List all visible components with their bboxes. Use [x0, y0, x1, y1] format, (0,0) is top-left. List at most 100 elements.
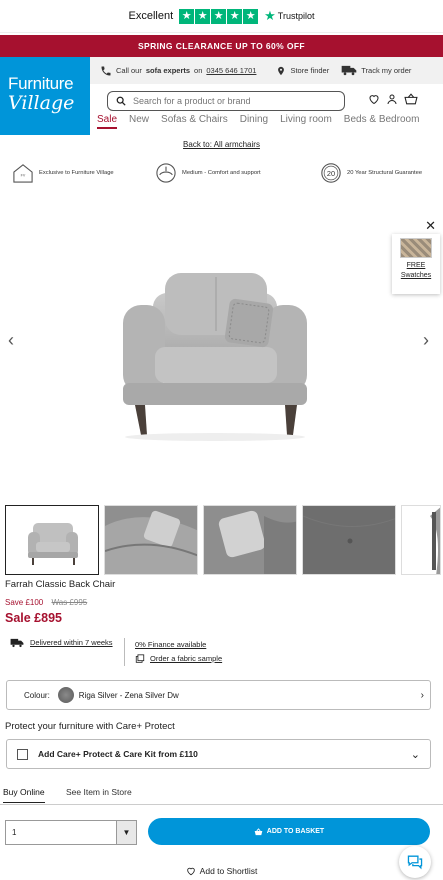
track-order-link[interactable]: Track my order [341, 65, 411, 76]
main-nav: Sale New Sofas & Chairs Dining Living ro… [90, 114, 424, 129]
product-main-image[interactable] [115, 265, 315, 445]
call-sofa-experts-text: sofa experts [145, 66, 191, 75]
usp-comfort: Medium - Comfort and support [155, 163, 261, 183]
tab-buy-online[interactable]: Buy Online [3, 787, 45, 803]
heart-icon [186, 867, 195, 876]
usp-strip: FV Exclusive to Furniture Village Medium… [0, 160, 443, 186]
thumbnail-partial-image [402, 506, 440, 574]
nav-item-beds-bedroom[interactable]: Beds & Bedroom [344, 114, 420, 129]
quantity-value: 1 [12, 828, 17, 837]
basket-icon [254, 827, 263, 835]
usp-exclusive-text: Exclusive to Furniture Village [39, 170, 114, 176]
account-icon[interactable] [386, 93, 398, 105]
guarantee-badge-number: 20 [327, 169, 335, 178]
product-title: Farrah Classic Back Chair [5, 579, 116, 590]
truck-icon [341, 65, 357, 76]
swatches-image [400, 238, 432, 258]
track-order-label: Track my order [361, 66, 412, 75]
delivery-link[interactable]: Delivered within 7 weeks [30, 638, 113, 648]
nav-item-sale[interactable]: Sale [97, 114, 118, 129]
usp-guarantee-text: 20 Year Structural Guarantee [347, 170, 423, 176]
sale-price: Sale £895 [5, 611, 62, 625]
care-protect-checkbox[interactable] [17, 748, 28, 760]
order-sample-link[interactable]: Order a fabric sample [150, 652, 222, 666]
colour-selector[interactable]: Colour: Riga Silver - Zena Silver Dw › [6, 680, 431, 710]
nav-item-living-room[interactable]: Living room [280, 114, 332, 129]
usp-exclusive: FV Exclusive to Furniture Village [12, 163, 114, 183]
logo-line2: Village [8, 92, 75, 114]
delivery-info: Delivered within 7 weeks [10, 638, 115, 648]
svg-text:FV: FV [21, 174, 26, 178]
add-to-shortlist-label: Add to Shortlist [199, 866, 258, 876]
dropdown-arrow-icon[interactable]: ▼ [116, 821, 136, 844]
swatches-line2: Swatches [400, 272, 432, 279]
trustpilot-bar[interactable]: Excellent ★ ★ ★ ★ ★ ★ Trustpilot [0, 0, 443, 33]
basket-icon[interactable] [404, 93, 418, 105]
store-finder-label: Store finder [290, 66, 330, 75]
free-swatches-button[interactable]: FREE Swatches [392, 234, 440, 294]
thumbnail-arm-image [105, 506, 197, 574]
chat-icon [407, 855, 423, 870]
guarantee-badge-icon: 20 [321, 163, 341, 183]
star-icon: ★ [211, 8, 227, 24]
swatches-line1: FREE [406, 262, 426, 269]
chat-button[interactable] [399, 846, 431, 878]
call-on: on [194, 66, 203, 75]
heart-icon[interactable] [368, 93, 380, 105]
add-to-shortlist-button[interactable]: Add to Shortlist [0, 866, 443, 876]
product-gallery[interactable]: ‹ › ✕ FREE Swatches [0, 210, 443, 500]
thumbnail-front[interactable] [5, 505, 99, 575]
save-amount: Save £100 [5, 598, 44, 607]
finance-link[interactable]: 0% Finance available [135, 638, 206, 652]
star-icon: ★ [227, 8, 243, 24]
quantity-select[interactable]: 1 ▼ [5, 820, 137, 845]
tab-see-in-store[interactable]: See Item in Store [66, 787, 132, 797]
trustpilot-star-icon: ★ [264, 8, 276, 23]
thumbnail-chair-image [6, 506, 98, 574]
logo[interactable]: Furniture Village [0, 57, 90, 135]
back-to-armchairs-link[interactable]: Back to: All armchairs [0, 140, 443, 149]
chevron-down-icon[interactable]: ⌄ [411, 748, 420, 761]
call-sofa-experts[interactable]: Call our sofa experts on 0345 646 1701 [100, 65, 256, 77]
site-header: Furniture Village Call our sofa experts … [0, 57, 443, 135]
price-savings: Save £100 Was £995 [5, 598, 87, 607]
was-price: Was £995 [51, 598, 88, 607]
promo-banner[interactable]: SPRING CLEARANCE UP TO 60% OFF [0, 35, 443, 57]
add-to-basket-label: ADD TO BASKET [266, 828, 325, 835]
chevron-right-icon: › [420, 689, 424, 701]
thumbnail-cushion-detail[interactable] [203, 505, 297, 575]
nav-item-sofas-chairs[interactable]: Sofas & Chairs [161, 114, 228, 129]
usp-comfort-text: Medium - Comfort and support [182, 170, 261, 176]
phone-icon [101, 66, 111, 75]
gallery-prev-arrow-icon[interactable]: ‹ [8, 330, 14, 351]
thumbnail-strip [5, 505, 441, 575]
colour-label: Colour: [24, 690, 50, 700]
care-protect-heading: Protect your furniture with Care+ Protec… [5, 721, 175, 732]
fabric-sample-icon [135, 654, 145, 663]
thumbnail-cushion-image [204, 506, 296, 574]
search-icon[interactable] [116, 96, 126, 106]
store-finder-link[interactable]: Store finder [276, 65, 329, 77]
trustpilot-brand: Trustpilot [277, 11, 315, 21]
add-to-basket-button[interactable]: ADD TO BASKET [148, 818, 430, 845]
care-protect-option[interactable]: Add Care+ Protect & Care Kit from £110 ⌄ [6, 739, 431, 769]
thumbnail-partial[interactable] [401, 505, 441, 575]
header-icons [368, 93, 418, 105]
gallery-next-arrow-icon[interactable]: › [423, 330, 429, 351]
thumbnail-fabric-image [303, 506, 395, 574]
search-bar[interactable] [107, 91, 345, 111]
trustpilot-stars: ★ ★ ★ ★ ★ [179, 8, 259, 24]
usp-guarantee: 20 20 Year Structural Guarantee [320, 162, 430, 184]
star-icon: ★ [179, 8, 195, 24]
thumbnail-arm-detail[interactable] [104, 505, 198, 575]
purchase-tabs: Buy Online See Item in Store [0, 786, 443, 805]
care-protect-label: Add Care+ Protect & Care Kit from £110 [38, 749, 198, 759]
thumbnail-fabric-detail[interactable] [302, 505, 396, 575]
phone-number-link[interactable]: 0345 646 1701 [206, 66, 256, 75]
logo-line1: Furniture [8, 74, 74, 93]
colour-swatch-icon [57, 687, 74, 703]
search-input[interactable] [133, 96, 323, 106]
nav-item-new[interactable]: New [129, 114, 149, 129]
close-swatches-icon[interactable]: ✕ [425, 218, 436, 234]
nav-item-dining[interactable]: Dining [240, 114, 268, 129]
